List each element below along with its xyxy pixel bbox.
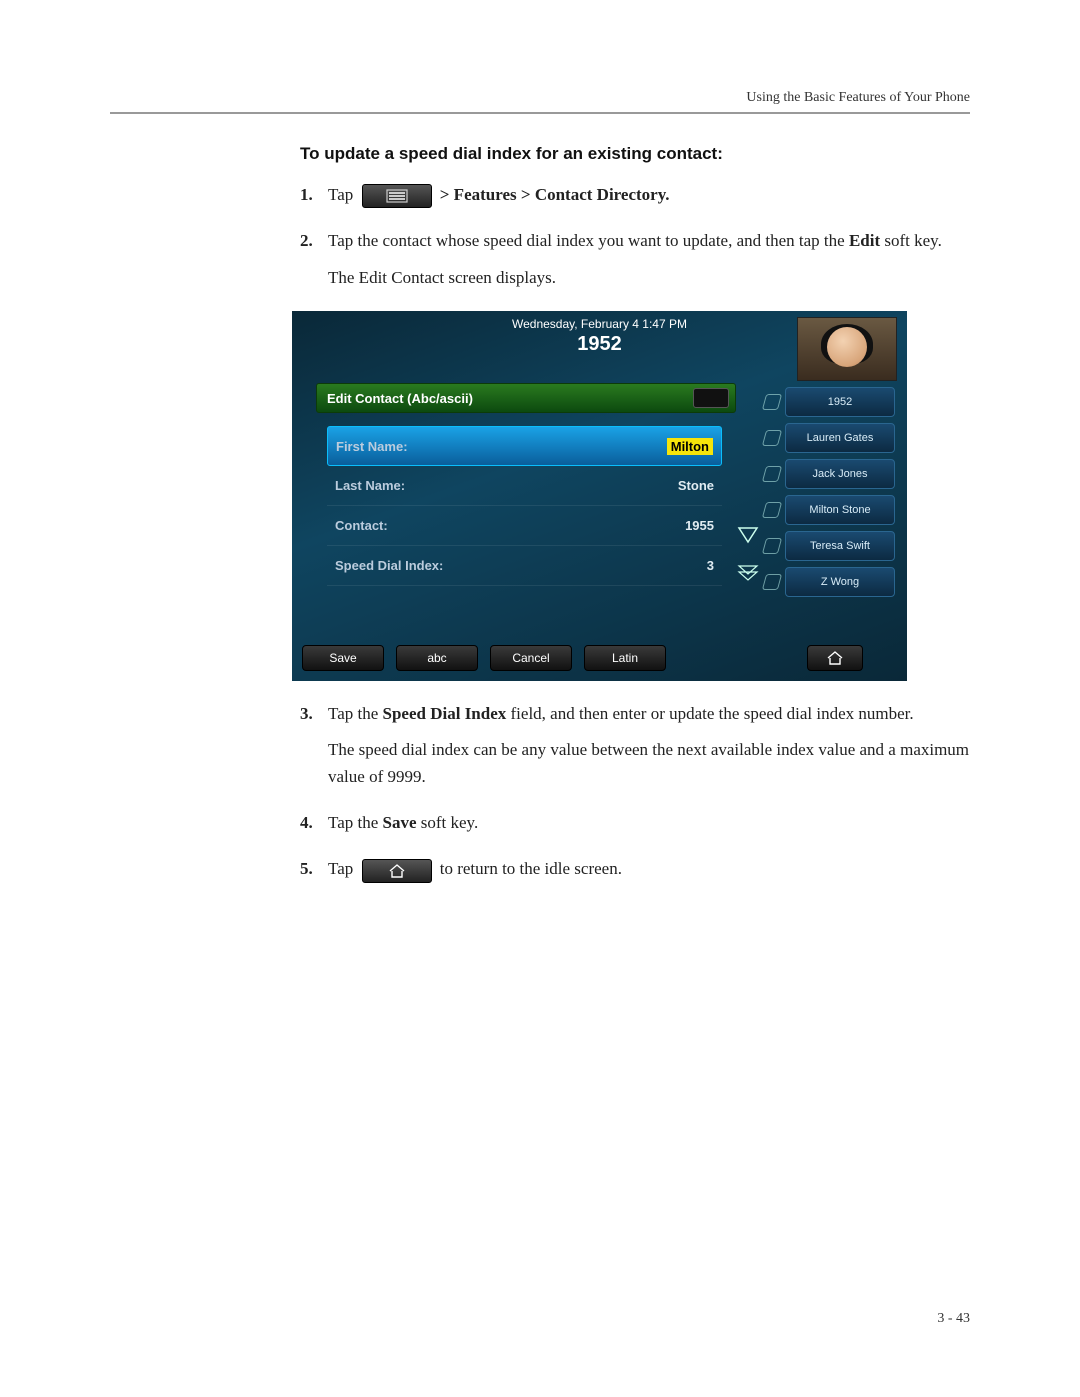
- field-first-name[interactable]: First Name: Milton: [327, 426, 722, 466]
- step-4: 4. Tap the Save soft key.: [300, 810, 970, 846]
- line-icon: [762, 466, 782, 482]
- step-2: 2. Tap the contact whose speed dial inde…: [300, 228, 970, 301]
- softkey-latin[interactable]: Latin: [584, 645, 666, 671]
- line-icon: [762, 502, 782, 518]
- avatar: [797, 317, 897, 381]
- side-list: 1952 Lauren Gates Jack Jones Milton Ston…: [785, 387, 895, 597]
- page-number: 3 - 43: [937, 1311, 970, 1327]
- softkey-save[interactable]: Save: [302, 645, 384, 671]
- side-item-0[interactable]: 1952: [785, 387, 895, 417]
- step-1: 1. Tap > Features > Contact Directory.: [300, 182, 970, 218]
- phone-screenshot: Wednesday, February 4 1:47 PM 1952 Edit …: [292, 311, 907, 681]
- softkey-abc[interactable]: abc: [396, 645, 478, 671]
- side-item-3[interactable]: Milton Stone: [785, 495, 895, 525]
- line-icon: [762, 394, 782, 410]
- home-icon: [826, 650, 844, 666]
- header-rule: [110, 112, 970, 114]
- step-3: 3. Tap the Speed Dial Index field, and t…: [300, 701, 970, 800]
- edit-contact-title: Edit Contact (Abc/ascii): [316, 383, 736, 413]
- side-item-5[interactable]: Z Wong: [785, 567, 895, 597]
- line-icon: [762, 574, 782, 590]
- line-icon: [762, 430, 782, 446]
- chapter-title: Using the Basic Features of Your Phone: [110, 90, 970, 106]
- fields-panel: First Name: Milton Last Name: Stone Cont…: [327, 426, 722, 586]
- keyboard-icon[interactable]: [693, 388, 729, 408]
- field-last-name[interactable]: Last Name: Stone: [327, 466, 722, 506]
- field-speed-dial[interactable]: Speed Dial Index: 3: [327, 546, 722, 586]
- step-5: 5. Tap to return to the idle screen.: [300, 856, 970, 892]
- s1-pre: Tap: [328, 185, 358, 204]
- line-icon: [762, 538, 782, 554]
- home-button-icon: [362, 859, 432, 883]
- arrow-down-dbl-icon[interactable]: [735, 561, 761, 585]
- field-contact[interactable]: Contact: 1955: [327, 506, 722, 546]
- softkey-cancel[interactable]: Cancel: [490, 645, 572, 671]
- side-item-2[interactable]: Jack Jones: [785, 459, 895, 489]
- menu-icon: [362, 184, 432, 208]
- arrow-down-icon[interactable]: [735, 523, 761, 547]
- s1-post: > Features > Contact Directory.: [440, 185, 670, 204]
- section-title: To update a speed dial index for an exis…: [300, 144, 970, 164]
- softkey-home[interactable]: [807, 645, 863, 671]
- side-item-1[interactable]: Lauren Gates: [785, 423, 895, 453]
- side-item-4[interactable]: Teresa Swift: [785, 531, 895, 561]
